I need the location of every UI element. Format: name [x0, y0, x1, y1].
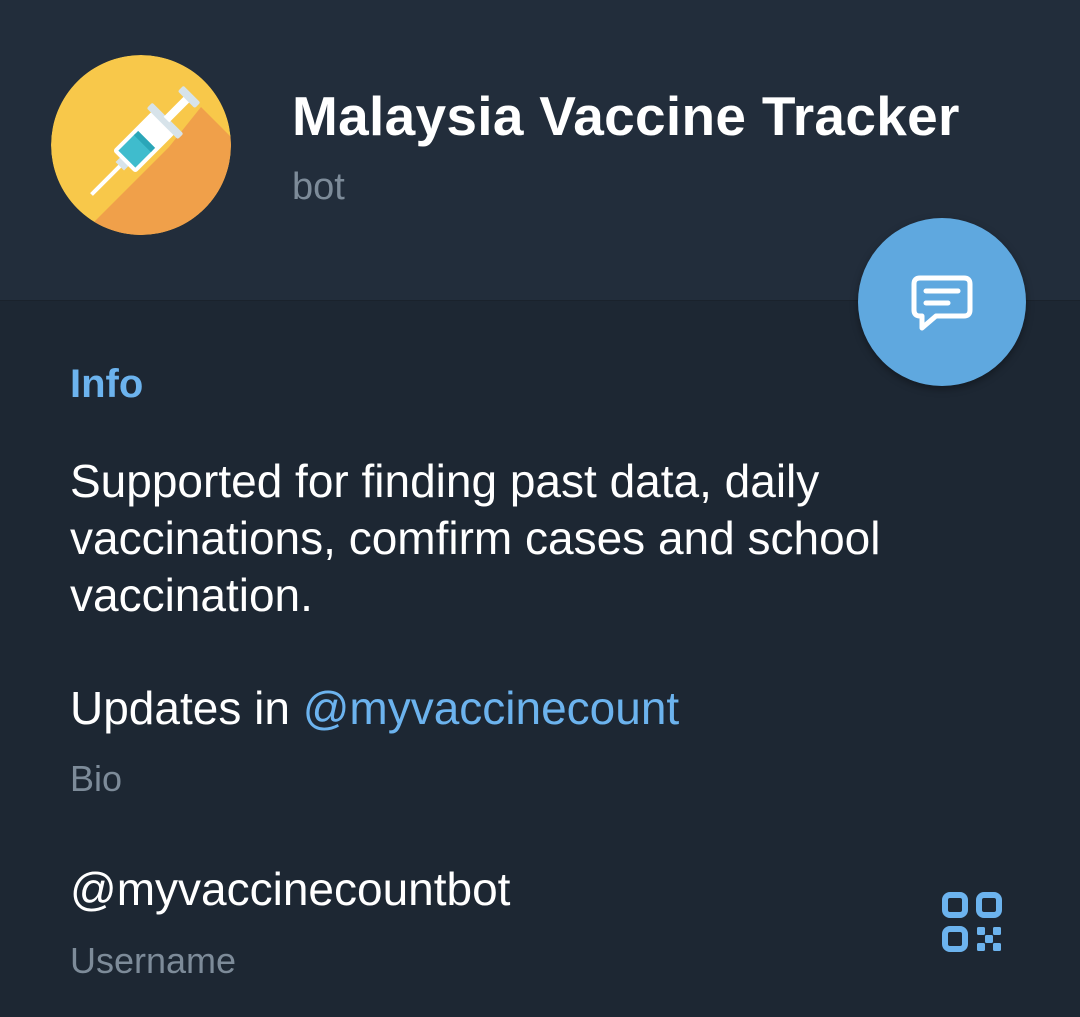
bio-prefix: Updates in: [70, 682, 303, 734]
qr-code-icon: [942, 892, 1002, 952]
message-icon: [911, 275, 973, 331]
syringe-icon: [51, 55, 231, 235]
info-section-title: Info: [70, 362, 144, 406]
username-value[interactable]: @myvaccinecountbot: [70, 862, 510, 916]
bio-channel-link[interactable]: @myvaccinecount: [303, 682, 680, 734]
profile-type-label: bot: [292, 166, 345, 208]
bio-text: Updates in @myvaccinecount: [70, 681, 679, 735]
send-message-button[interactable]: [858, 218, 1026, 386]
avatar[interactable]: [51, 55, 231, 235]
username-caption: Username: [70, 940, 237, 981]
profile-name: Malaysia Vaccine Tracker: [292, 85, 960, 147]
profile-page: Malaysia Vaccine Tracker bot Info Suppor…: [0, 0, 1080, 1017]
bio-caption: Bio: [70, 758, 123, 799]
qr-code-button[interactable]: [940, 890, 1004, 954]
bot-description: Supported for finding past data, daily v…: [70, 455, 881, 621]
